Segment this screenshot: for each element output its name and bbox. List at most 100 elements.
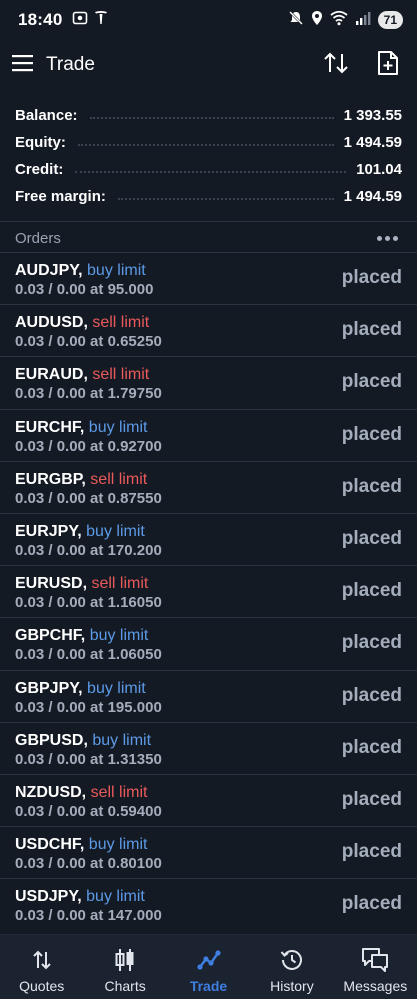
credit-row: Credit: 101.04 <box>0 156 417 183</box>
more-options-icon[interactable] <box>377 235 398 241</box>
order-symbol: AUDUSD, <box>15 314 88 332</box>
order-details: 0.03 / 0.00 at 0.92700 <box>15 437 162 455</box>
screen-record-icon <box>72 10 88 31</box>
mute-icon <box>288 10 304 31</box>
order-details: 0.03 / 0.00 at 0.59400 <box>15 802 162 820</box>
order-row[interactable]: EURCHF, buy limit 0.03 / 0.00 at 0.92700… <box>0 408 417 461</box>
order-symbol: EURAUD, <box>15 366 88 384</box>
order-type: buy limit <box>87 262 146 279</box>
leader-dots <box>117 197 334 200</box>
nav-history[interactable]: History <box>250 935 333 999</box>
history-icon <box>280 946 304 974</box>
balance-row: Balance: 1 393.55 <box>0 102 417 129</box>
order-symbol: EURJPY, <box>15 522 82 540</box>
nav-quotes[interactable]: Quotes <box>0 935 83 999</box>
order-details: 0.03 / 0.00 at 170.200 <box>15 541 162 559</box>
order-row[interactable]: AUDUSD, sell limit 0.03 / 0.00 at 0.6525… <box>0 304 417 356</box>
orders-list: AUDJPY, buy limit 0.03 / 0.00 at 95.000 … <box>0 252 417 930</box>
sort-icon[interactable] <box>323 51 349 80</box>
order-type: buy limit <box>88 836 148 854</box>
order-symbol: EURUSD, <box>15 575 88 593</box>
menu-icon[interactable] <box>12 54 34 77</box>
order-row[interactable]: USDCHF, buy limit 0.03 / 0.00 at 0.80100… <box>0 826 417 878</box>
signal-icon <box>355 10 371 31</box>
orders-header: Orders <box>0 224 417 252</box>
order-symbol: USDJPY, <box>15 888 82 906</box>
order-row[interactable]: EURUSD, sell limit 0.03 / 0.00 at 1.1605… <box>0 565 417 617</box>
app-actions <box>323 50 405 81</box>
order-row[interactable]: NZDUSD, sell limit 0.03 / 0.00 at 0.5940… <box>0 773 417 826</box>
order-row[interactable]: AUDJPY, buy limit 0.03 / 0.00 at 95.000 … <box>0 252 417 304</box>
messages-icon <box>361 946 389 974</box>
status-time: 18:40 <box>18 10 63 29</box>
order-type: buy limit <box>92 731 152 749</box>
order-status: placed <box>341 788 402 810</box>
order-details: 0.03 / 0.00 at 1.31350 <box>15 750 162 768</box>
order-symbol: USDCHF, <box>15 836 85 854</box>
order-status: placed <box>341 319 402 341</box>
free-margin-row: Free margin: 1 494.59 <box>0 183 417 210</box>
order-row[interactable]: EURGBP, sell limit 0.03 / 0.00 at 0.8755… <box>0 460 417 513</box>
account-summary: Balance: 1 393.55 Equity: 1 494.59 Credi… <box>0 102 417 210</box>
order-symbol: EURGBP, <box>15 470 86 488</box>
order-status: placed <box>341 371 402 393</box>
nav-trade[interactable]: Trade <box>167 935 250 999</box>
order-row[interactable]: EURAUD, sell limit 0.03 / 0.00 at 1.7975… <box>0 356 417 408</box>
free-margin-value: 1 494.59 <box>343 188 402 205</box>
app-bar: Trade <box>0 40 417 90</box>
nav-messages[interactable]: Messages <box>334 935 417 999</box>
order-details: 0.03 / 0.00 at 1.16050 <box>15 594 162 612</box>
order-row[interactable]: GBPJPY, buy limit 0.03 / 0.00 at 195.000… <box>0 669 417 722</box>
order-symbol: AUDJPY, <box>15 262 83 279</box>
trade-icon <box>196 946 221 974</box>
order-status: placed <box>341 893 402 915</box>
nav-label: Messages <box>343 978 408 994</box>
order-row[interactable]: USDJPY, buy limit 0.03 / 0.00 at 147.000… <box>0 878 417 930</box>
order-details: 0.03 / 0.00 at 1.79750 <box>15 385 162 403</box>
order-status: placed <box>341 632 402 654</box>
nav-label: Quotes <box>19 978 65 994</box>
order-type: sell limit <box>92 366 150 384</box>
balance-value: 1 393.55 <box>343 107 402 124</box>
order-status: placed <box>341 736 402 758</box>
order-type: sell limit <box>92 314 150 332</box>
order-type: buy limit <box>88 418 148 436</box>
order-symbol: GBPJPY, <box>15 679 83 697</box>
equity-row: Equity: 1 494.59 <box>0 129 417 156</box>
nav-label: Charts <box>104 978 146 994</box>
order-row[interactable]: GBPCHF, buy limit 0.03 / 0.00 at 1.06050… <box>0 617 417 669</box>
battery-indicator: 71 <box>377 11 403 29</box>
equity-label: Equity: <box>15 134 66 151</box>
order-type: sell limit <box>90 470 148 488</box>
page-title: Trade <box>46 54 95 75</box>
bottom-nav: Quotes Charts Trade History Messages <box>0 934 417 999</box>
order-row[interactable]: GBPUSD, buy limit 0.03 / 0.00 at 1.31350… <box>0 721 417 774</box>
order-row[interactable]: EURJPY, buy limit 0.03 / 0.00 at 170.200… <box>0 512 417 565</box>
order-symbol: GBPCHF, <box>15 627 86 645</box>
order-status: placed <box>341 684 402 706</box>
nav-label: History <box>270 978 314 994</box>
order-type: buy limit <box>86 888 145 906</box>
quotes-icon <box>31 946 53 974</box>
order-symbol: EURCHF, <box>15 418 85 436</box>
wifi-icon <box>330 10 348 31</box>
order-type: sell limit <box>90 783 148 801</box>
location-icon <box>311 10 323 31</box>
status-left-icons <box>72 10 108 31</box>
order-symbol: GBPUSD, <box>15 731 88 749</box>
status-right-icons: 71 <box>288 10 403 31</box>
order-status: placed <box>341 527 402 549</box>
leader-dots <box>89 116 334 119</box>
order-status: placed <box>341 423 402 445</box>
status-bar: 18:40 71 <box>0 0 417 40</box>
orders-title: Orders <box>15 229 61 247</box>
order-status: placed <box>341 267 402 288</box>
order-details: 0.03 / 0.00 at 0.87550 <box>15 489 162 507</box>
order-details: 0.03 / 0.00 at 95.000 <box>15 281 154 298</box>
nav-charts[interactable]: Charts <box>83 935 166 999</box>
order-type: buy limit <box>89 627 149 645</box>
order-symbol: NZDUSD, <box>15 783 87 801</box>
leader-dots <box>75 170 347 173</box>
new-order-icon[interactable] <box>377 50 399 81</box>
free-margin-label: Free margin: <box>15 188 106 205</box>
